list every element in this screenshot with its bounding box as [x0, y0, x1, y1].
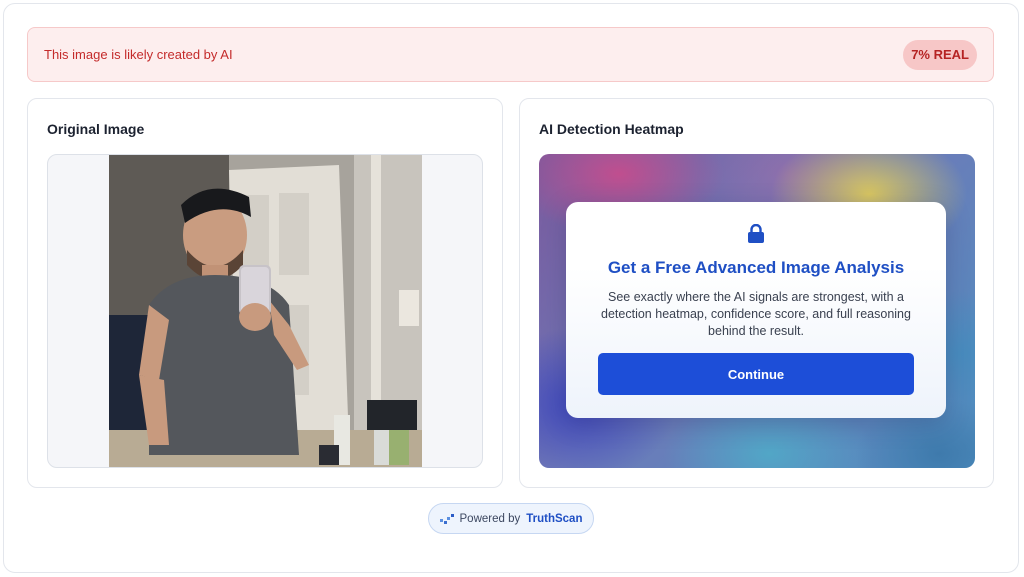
uploaded-photo	[109, 155, 422, 467]
original-image-frame	[47, 154, 483, 468]
ai-result-alert: This image is likely created by AI 7% RE…	[27, 27, 994, 82]
heatmap-title: AI Detection Heatmap	[539, 121, 684, 137]
heatmap-card: AI Detection Heatmap Get a Free Advanced…	[519, 98, 994, 488]
alert-message: This image is likely created by AI	[44, 47, 233, 62]
truthscan-logo-icon	[439, 513, 454, 524]
continue-button[interactable]: Continue	[598, 353, 914, 395]
real-score-badge: 7% REAL	[903, 39, 977, 70]
powered-by-truthscan-link[interactable]: Powered by TruthScan	[428, 503, 594, 534]
upgrade-modal: Get a Free Advanced Image Analysis See e…	[566, 202, 946, 418]
original-image-title: Original Image	[47, 121, 145, 137]
truthscan-brand: TruthScan	[526, 512, 583, 525]
lock-icon	[748, 224, 764, 243]
modal-description: See exactly where the AI signals are str…	[601, 290, 911, 338]
modal-title: Get a Free Advanced Image Analysis	[607, 258, 905, 277]
powered-by-label: Powered by	[459, 512, 521, 525]
blurred-heatmap: Get a Free Advanced Image Analysis See e…	[539, 154, 975, 468]
original-image-card: Original Image	[27, 98, 503, 488]
